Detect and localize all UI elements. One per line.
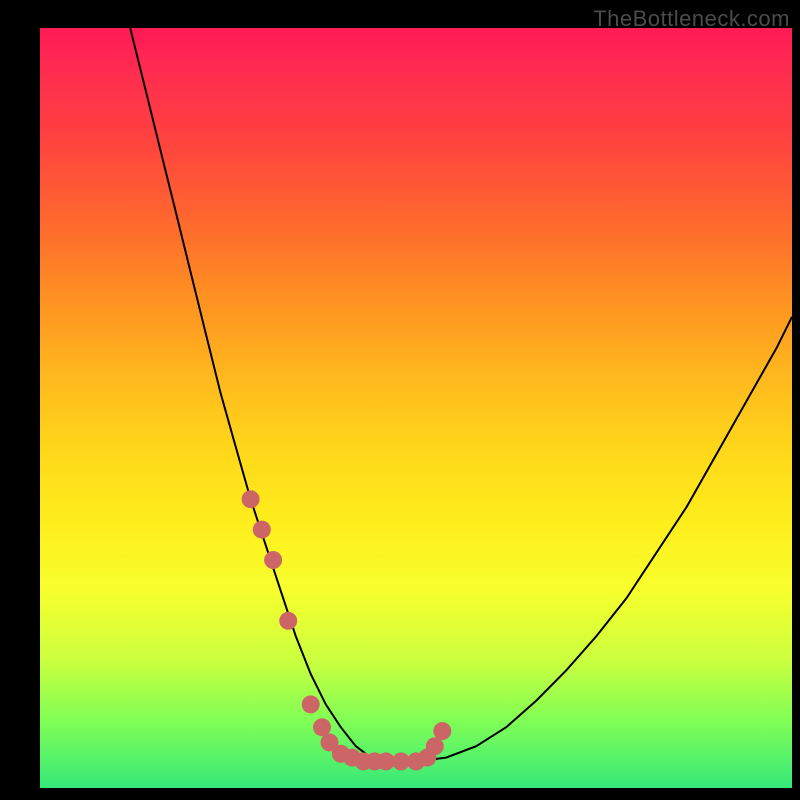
curve-marker: [433, 722, 451, 740]
chart-overlay: [40, 28, 792, 788]
chart-frame: TheBottleneck.com: [0, 0, 800, 800]
curve-marker: [264, 551, 282, 569]
curve-marker: [253, 521, 271, 539]
watermark-text: TheBottleneck.com: [593, 6, 790, 32]
curve-marker: [242, 490, 260, 508]
curve-marker: [279, 612, 297, 630]
marker-group: [242, 490, 452, 770]
curve-marker: [302, 695, 320, 713]
bottleneck-curve: [130, 28, 792, 761]
